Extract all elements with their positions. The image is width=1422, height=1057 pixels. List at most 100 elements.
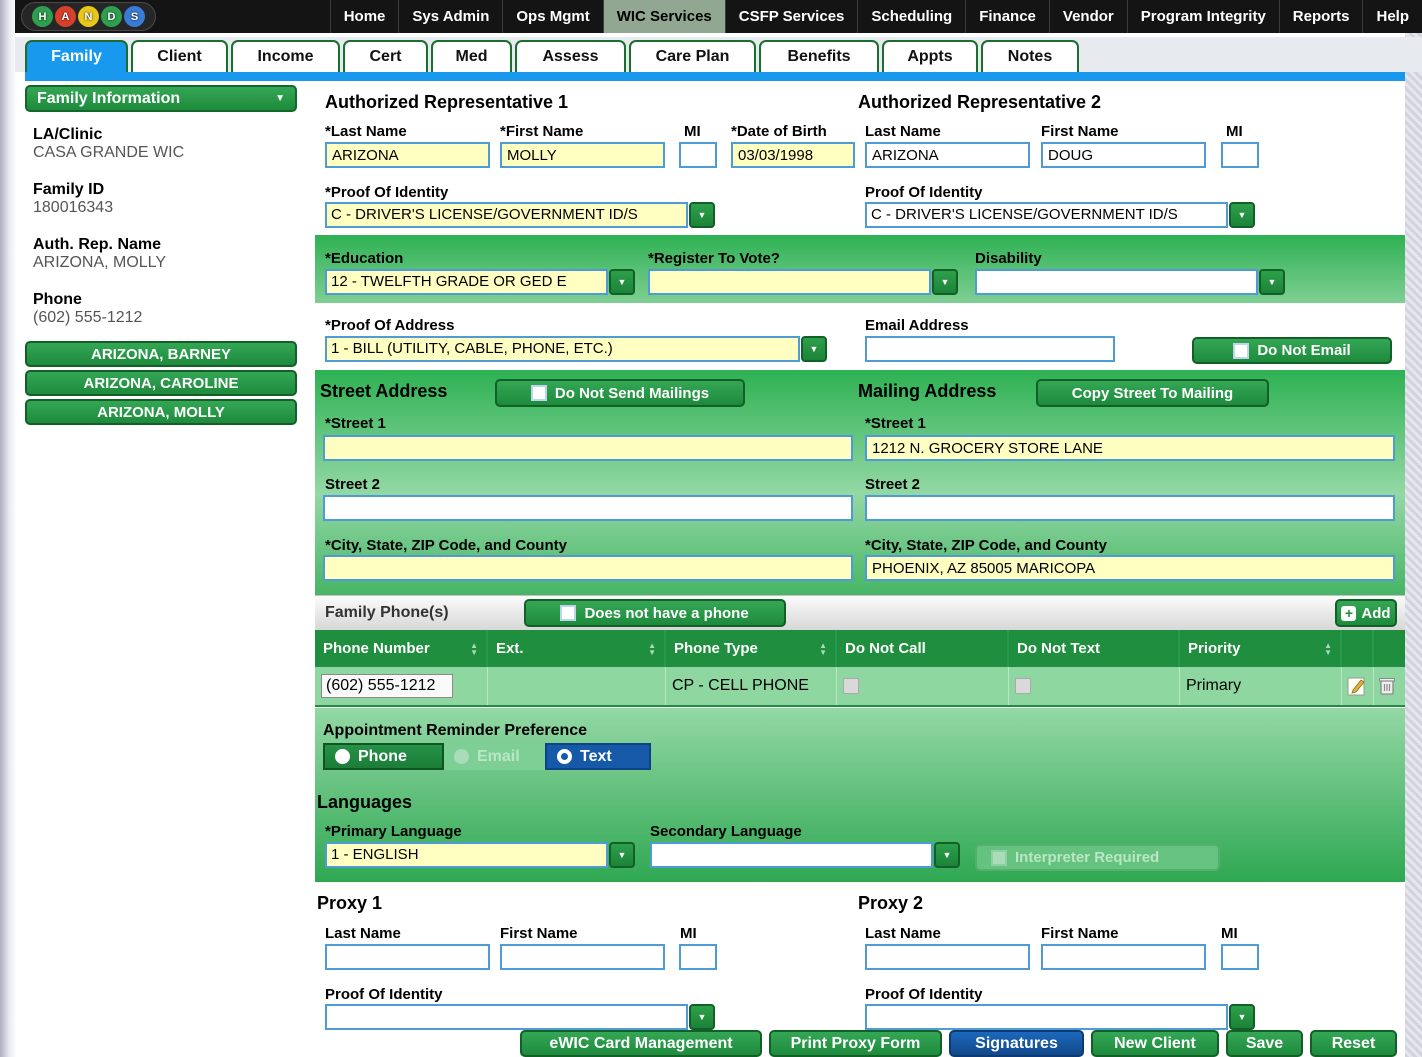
tab-income[interactable]: Income [231,40,340,72]
col-phone-type[interactable]: Phone Type [666,630,837,667]
reset-button[interactable]: Reset [1310,1030,1397,1057]
do-not-send-mailings-button[interactable]: Do Not Send Mailings [495,379,745,407]
do-not-email-checkbox[interactable] [1233,343,1249,359]
register-to-vote-dropdown[interactable]: ▼ [648,269,958,295]
ar1-poi-dropdown[interactable]: C - DRIVER'S LICENSE/GOVERNMENT ID/S ▼ [325,202,715,228]
tab-notes[interactable]: Notes [981,40,1079,72]
secondary-language-dropdown[interactable]: ▼ [650,842,960,868]
proxy2-first-name-input[interactable] [1041,944,1206,970]
phone-number-input[interactable] [321,674,453,698]
chevron-down-icon[interactable]: ▼ [801,336,827,362]
reminder-option-text[interactable]: Text [545,743,651,770]
print-proxy-form-button[interactable]: Print Proxy Form [769,1030,942,1057]
proxy1-first-name-input[interactable] [500,944,665,970]
ar1-mi-input[interactable] [679,142,717,168]
ar2-mi-input[interactable] [1221,142,1259,168]
tab-care-plan[interactable]: Care Plan [629,40,756,72]
save-button[interactable]: Save [1226,1030,1303,1057]
copy-street-to-mailing-button[interactable]: Copy Street To Mailing [1036,379,1269,407]
chevron-down-icon[interactable]: ▼ [689,1004,715,1030]
ar2-title: Authorized Representative 2 [858,92,1101,113]
member-arizona-caroline[interactable]: ARIZONA, CAROLINE [25,370,297,396]
member-arizona-molly[interactable]: ARIZONA, MOLLY [25,399,297,425]
tab-med[interactable]: Med [431,40,512,72]
ar1-last-name-input[interactable] [325,142,490,168]
does-not-have-phone-checkbox[interactable] [560,605,576,621]
nav-vendor[interactable]: Vendor [1049,0,1127,33]
reminder-radio-group: Phone Email Text [323,743,651,770]
sort-icon[interactable] [470,642,478,656]
mailing-street2-input[interactable] [865,495,1395,521]
chevron-down-icon[interactable]: ▼ [609,842,635,868]
nav-finance[interactable]: Finance [965,0,1049,33]
family-information-header[interactable]: Family Information ▼ [25,85,297,112]
ar2-poi-dropdown[interactable]: C - DRIVER'S LICENSE/GOVERNMENT ID/S ▼ [865,202,1255,228]
chevron-down-icon[interactable]: ▼ [1259,269,1285,295]
ar1-dob-input[interactable] [731,142,855,168]
proof-of-address-dropdown[interactable]: 1 - BILL (UTILITY, CABLE, PHONE, ETC.) ▼ [325,336,827,362]
signatures-button[interactable]: Signatures [949,1030,1084,1057]
new-client-button[interactable]: New Client [1091,1030,1219,1057]
edit-icon[interactable] [1346,675,1368,697]
proxy2-poi-dropdown[interactable]: ▼ [865,1004,1255,1030]
primary-language-dropdown[interactable]: 1 - ENGLISH ▼ [325,842,635,868]
trash-icon[interactable] [1377,675,1397,697]
col-priority[interactable]: Priority [1180,630,1342,667]
do-not-send-mailings-checkbox[interactable] [531,385,547,401]
reminder-option-email[interactable]: Email [444,743,545,770]
disability-dropdown[interactable]: ▼ [975,269,1285,295]
sort-icon[interactable] [819,642,827,656]
nav-program-integrity[interactable]: Program Integrity [1127,0,1279,33]
proxy2-last-name-input[interactable] [865,944,1030,970]
do-not-call-checkbox[interactable] [843,678,859,694]
tab-benefits[interactable]: Benefits [759,40,879,72]
nav-ops-mgmt[interactable]: Ops Mgmt [502,0,602,33]
secondary-language-value [650,842,933,868]
does-not-have-phone-button[interactable]: Does not have a phone [524,599,786,627]
mailing-street1-label: *Street 1 [865,415,926,432]
reminder-option-phone[interactable]: Phone [323,743,444,770]
chevron-down-icon[interactable]: ▼ [1229,202,1255,228]
ar1-first-name-input[interactable] [500,142,665,168]
chevron-down-icon[interactable]: ▼ [689,202,715,228]
do-not-text-checkbox[interactable] [1015,678,1031,694]
nav-sys-admin[interactable]: Sys Admin [398,0,502,33]
nav-help[interactable]: Help [1362,0,1422,33]
city-state-zip-input[interactable] [323,555,853,581]
col-phone-number[interactable]: Phone Number [315,630,488,667]
education-dropdown[interactable]: 12 - TWELFTH GRADE OR GED E ▼ [325,269,635,295]
nav-home[interactable]: Home [330,0,399,33]
sort-icon[interactable] [1324,642,1332,656]
ar2-first-name-input[interactable] [1041,142,1206,168]
chevron-down-icon[interactable]: ▼ [1229,1004,1255,1030]
proxy2-mi-input[interactable] [1221,944,1259,970]
sort-icon[interactable] [648,642,656,656]
chevron-down-icon[interactable]: ▼ [934,842,960,868]
nav-wic-services[interactable]: WIC Services [603,0,725,33]
ewic-card-management-button[interactable]: eWIC Card Management [520,1030,762,1057]
street2-input[interactable] [323,495,853,521]
proxy1-last-name-input[interactable] [325,944,490,970]
nav-scheduling[interactable]: Scheduling [857,0,965,33]
tab-appts[interactable]: Appts [882,40,978,72]
mailing-street1-input[interactable] [865,435,1395,461]
street1-input[interactable] [323,435,853,461]
chevron-down-icon[interactable]: ▼ [609,269,635,295]
proxy1-poi-dropdown[interactable]: ▼ [325,1004,715,1030]
col-ext[interactable]: Ext. [488,630,666,667]
add-phone-button[interactable]: + Add [1335,599,1397,627]
nav-reports[interactable]: Reports [1279,0,1363,33]
email-address-input[interactable] [865,336,1115,362]
do-not-email-button[interactable]: Do Not Email [1192,337,1392,364]
tab-client[interactable]: Client [131,40,228,72]
nav-csfp-services[interactable]: CSFP Services [725,0,858,33]
tab-cert[interactable]: Cert [343,40,428,72]
proxy1-mi-input[interactable] [679,944,717,970]
chevron-down-icon[interactable]: ▼ [932,269,958,295]
tab-assess[interactable]: Assess [515,40,626,72]
street1-label: *Street 1 [325,415,386,432]
member-arizona-barney[interactable]: ARIZONA, BARNEY [25,341,297,367]
ar2-last-name-input[interactable] [865,142,1030,168]
tab-family[interactable]: Family [25,40,128,72]
mailing-city-state-zip-input[interactable] [865,555,1395,581]
